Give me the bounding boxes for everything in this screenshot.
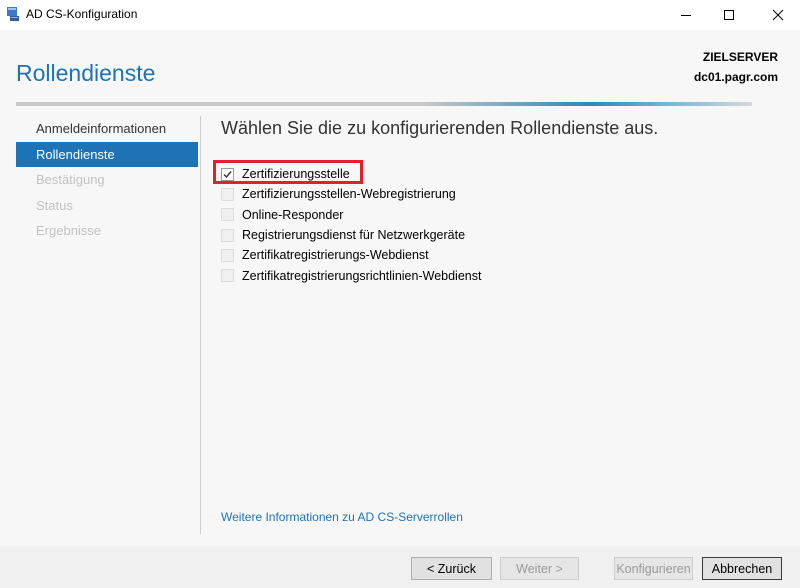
more-info-link[interactable]: Weitere Informationen zu AD CS-Serverrol… (221, 510, 463, 524)
minimize-button[interactable] (663, 0, 708, 30)
option-webregistrierung[interactable]: Zertifizierungsstellen-Webregistrierung (221, 184, 481, 204)
option-label: Online-Responder (242, 207, 344, 222)
header-divider (16, 102, 752, 106)
next-button[interactable]: Weiter > (500, 557, 579, 580)
maximize-button[interactable] (706, 0, 751, 30)
minimize-icon (680, 15, 691, 16)
instruction-text: Wählen Sie die zu konfigurierenden Rolle… (221, 118, 659, 138)
nav-item-rollendienste[interactable]: Rollendienste (16, 141, 198, 167)
nav-item-anmeldeinformationen[interactable]: Anmeldeinformationen (16, 116, 198, 142)
checkbox-registrierungs-webdienst[interactable] (221, 248, 234, 262)
nav-item-ergebnisse: Ergebnisse (36, 223, 102, 238)
target-server-name: dc01.pagr.com (693, 70, 778, 84)
checkbox-netzwerkgeraete[interactable] (221, 228, 234, 242)
option-label: Zertifizierungsstellen-Webregistrierung (242, 187, 456, 202)
checkbox-richtlinien-webdienst[interactable] (221, 269, 234, 283)
nav-item-status: Status (36, 197, 73, 213)
maximize-icon (723, 10, 734, 20)
nav-item-bestaetigung: Bestätigung (36, 172, 105, 187)
option-registrierungs-webdienst[interactable]: Zertifikatregistrierungs-Webdienst (221, 245, 481, 265)
close-icon (772, 9, 783, 21)
option-label: Zertifikatregistrierungs-Webdienst (242, 248, 429, 263)
option-richtlinien-webdienst[interactable]: Zertifikatregistrierungsrichtlinien-Webd… (221, 265, 481, 285)
checkbox-online-responder[interactable] (221, 208, 234, 222)
wizard-footer: < Zurück Weiter > Konfigurieren Abbreche… (0, 546, 800, 588)
wizard-nav: Anmeldeinformationen Rollendienste Bestä… (16, 116, 198, 244)
title-bar: AD CS-Konfiguration (0, 0, 800, 30)
option-label: Registrierungsdienst für Netzwerkgeräte (242, 228, 466, 243)
page-title: Rollendienste (16, 60, 156, 86)
option-netzwerkgeraete[interactable]: Registrierungsdienst für Netzwerkgeräte (221, 225, 481, 245)
server-app-icon (6, 6, 20, 22)
option-zertifizierungsstelle[interactable]: Zertifizierungsstelle (213, 160, 481, 184)
window-title: AD CS-Konfiguration (26, 7, 138, 21)
close-button[interactable] (755, 0, 800, 30)
highlight-box (213, 160, 363, 184)
nav-divider (200, 116, 201, 534)
target-server-label: ZIELSERVER (702, 50, 778, 64)
configure-button[interactable]: Konfigurieren (614, 557, 693, 580)
cancel-button[interactable]: Abbrechen (702, 557, 782, 580)
checkbox-webregistrierung[interactable] (221, 187, 234, 201)
option-online-responder[interactable]: Online-Responder (221, 205, 481, 225)
back-button[interactable]: < Zurück (411, 557, 492, 580)
checkmark-icon (223, 170, 232, 178)
role-services-list: Zertifizierungsstelle Zertifizierungsste… (213, 160, 481, 286)
option-label: Zertifikatregistrierungsrichtlinien-Webd… (242, 268, 482, 283)
wizard-content: Rollendienste ZIELSERVER dc01.pagr.com A… (0, 30, 800, 546)
checkbox-zertifizierungsstelle[interactable] (221, 167, 234, 181)
